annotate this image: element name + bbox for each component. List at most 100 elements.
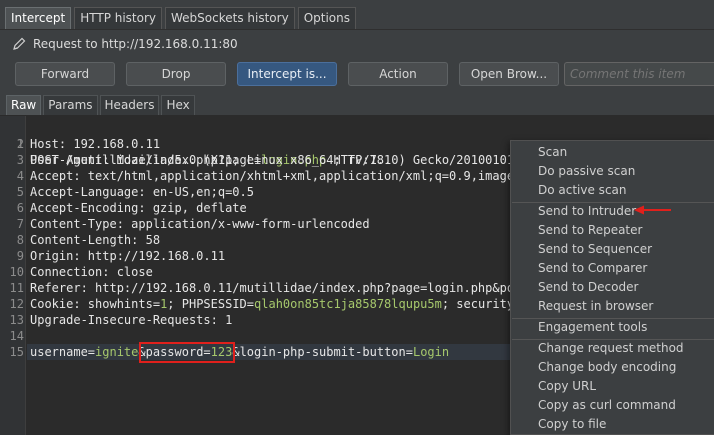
header-name: Connection: — [30, 265, 110, 279]
line-number: 4 — [16, 169, 24, 183]
cookie-equals: = — [152, 297, 161, 311]
code-text: Accept-Language: en-US,en;q=0.5 — [30, 184, 254, 200]
tab-params[interactable]: Params — [43, 95, 98, 115]
header-name: Accept: — [30, 169, 81, 183]
body-equals: = — [405, 345, 413, 359]
header-value: http://192.168.0.11 — [80, 249, 226, 263]
header-name: Referer: — [30, 281, 88, 295]
code-text: Host: 192.168.0.11 — [30, 136, 160, 152]
menu-item-send-to-comparer[interactable]: Send to Comparer — [511, 259, 714, 278]
header-value: 192.168.0.11 — [66, 137, 161, 151]
line-number: 7 — [16, 217, 24, 231]
request-target-bar: Request to http://192.168.0.11:80 — [0, 30, 714, 58]
code-text: Cookie: showhints=1; PHPSESSID=qlah0on85… — [30, 296, 529, 312]
comment-input[interactable] — [564, 62, 714, 86]
menu-item-engagement-tools[interactable]: Engagement tools — [511, 318, 714, 337]
header-name: Accept-Language: — [30, 185, 146, 199]
header-name: Content-Type: — [30, 217, 124, 231]
line-number: 5 — [16, 185, 24, 199]
menu-item-request-in-browser[interactable]: Request in browser — [511, 297, 714, 316]
menu-item-send-to-decoder[interactable]: Send to Decoder — [511, 278, 714, 297]
header-value: Mozilla/5.0 (X11; Linux x86_64; rv:78.0)… — [109, 153, 529, 167]
header-name: Accept-Encoding: — [30, 201, 146, 215]
header-name: Content-Length: — [30, 233, 139, 247]
header-value: 1 — [217, 313, 233, 327]
open-browser-button[interactable]: Open Brow... — [459, 62, 559, 86]
forward-button[interactable]: Forward — [15, 62, 115, 86]
code-text: Accept: text/html,application/xhtml+xml,… — [30, 168, 529, 184]
header-name: Host: — [30, 137, 67, 151]
header-value: en-US,en;q=0.5 — [145, 185, 254, 199]
line-number: 10 — [9, 265, 24, 279]
cookie-value: qlah0on85tc1ja85878lqupu5m — [254, 297, 442, 311]
body-param-value: Login — [412, 345, 450, 359]
header-value: text/html,application/xhtml+xml,applicat… — [80, 169, 529, 183]
body-param-value: ignite — [95, 345, 139, 359]
line-number: 13 — [9, 313, 24, 327]
header-name: Cookie: — [30, 297, 81, 311]
header-value: close — [109, 265, 153, 279]
header-value: application/x-www-form-urlencoded — [123, 217, 370, 231]
body-params: username=ignite&password=123&login-php-s… — [30, 344, 449, 360]
line-number: 6 — [16, 201, 24, 215]
menu-item-copy-as-curl[interactable]: Copy as curl command — [511, 396, 714, 415]
line-number: 9 — [16, 249, 24, 263]
action-button[interactable]: Action — [348, 62, 448, 86]
menu-item-send-to-intruder[interactable]: Send to Intruder — [511, 202, 714, 221]
body-param-name: username — [30, 345, 88, 359]
line-number: 12 — [9, 297, 24, 311]
header-name: Upgrade-Insecure-Requests: — [30, 313, 218, 327]
tab-intercept[interactable]: Intercept — [5, 7, 72, 29]
tab-websockets-history[interactable]: WebSockets history — [165, 7, 295, 29]
menu-item-send-to-repeater[interactable]: Send to Repeater — [511, 221, 714, 240]
line-number: 14 — [9, 329, 24, 343]
header-name: User-Agent: — [30, 153, 110, 167]
line-number: 2 — [16, 137, 24, 151]
tab-headers[interactable]: Headers — [99, 95, 160, 115]
password-annotation-box — [139, 342, 235, 363]
tab-raw[interactable]: Raw — [6, 95, 42, 115]
menu-item-copy-to-file[interactable]: Copy to file — [511, 415, 714, 434]
code-text: Content-Type: application/x-www-form-url… — [30, 216, 370, 232]
cookie-equals: = — [246, 297, 255, 311]
drop-button[interactable]: Drop — [126, 62, 226, 86]
cookie-name: ; PHPSESSID — [167, 297, 247, 311]
menu-item-change-request-method[interactable]: Change request method — [511, 339, 714, 358]
menu-item-change-body-encoding[interactable]: Change body encoding — [511, 358, 714, 377]
cookie-name: showhints — [80, 297, 153, 311]
line-number: 15 — [9, 345, 24, 359]
context-menu: Scan Do passive scan Do active scan Send… — [510, 140, 714, 435]
tab-hex[interactable]: Hex — [161, 95, 195, 115]
message-view-tabs: Raw Params Headers Hex — [0, 92, 714, 116]
code-text: Referer: http://192.168.0.11/mutillidae/… — [30, 280, 529, 296]
code-text: Accept-Encoding: gzip, deflate — [30, 200, 247, 216]
code-text: Connection: close — [30, 264, 153, 280]
code-text: Upgrade-Insecure-Requests: 1 — [30, 312, 232, 328]
top-tab-bar: Intercept HTTP history WebSockets histor… — [0, 0, 714, 30]
menu-item-passive-scan[interactable]: Do passive scan — [511, 162, 714, 181]
pencil-icon[interactable] — [12, 37, 26, 51]
code-line: 1 POST /mutillidae/index.php?page=login.… — [0, 120, 714, 167]
intercept-toolbar: Forward Drop Intercept is... Action Open… — [0, 58, 714, 92]
body-param-name: login-php-submit-button — [239, 345, 406, 359]
header-name: Origin: — [30, 249, 81, 263]
intercept-toggle-button[interactable]: Intercept is... — [237, 62, 337, 86]
annotation-arrow-icon — [634, 205, 671, 215]
header-value: 58 — [138, 233, 161, 247]
header-value: gzip, deflate — [145, 201, 247, 215]
menu-item-copy-url[interactable]: Copy URL — [511, 377, 714, 396]
tab-http-history[interactable]: HTTP history — [74, 7, 163, 29]
tab-options[interactable]: Options — [297, 7, 356, 29]
body-equals: = — [87, 345, 96, 359]
menu-item-scan[interactable]: Scan — [511, 143, 714, 162]
menu-item-send-to-sequencer[interactable]: Send to Sequencer — [511, 240, 714, 259]
line-number: 11 — [9, 281, 24, 295]
request-target-label: Request to http://192.168.0.11:80 — [33, 37, 238, 51]
line-number: 3 — [16, 153, 24, 167]
menu-item-active-scan[interactable]: Do active scan — [511, 181, 714, 200]
line-number: 8 — [16, 233, 24, 247]
code-text: User-Agent: Mozilla/5.0 (X11; Linux x86_… — [30, 152, 529, 168]
code-text: Content-Length: 58 — [30, 232, 160, 248]
header-value: http://192.168.0.11/mutillidae/index.php… — [87, 281, 529, 295]
code-text: Origin: http://192.168.0.11 — [30, 248, 225, 264]
